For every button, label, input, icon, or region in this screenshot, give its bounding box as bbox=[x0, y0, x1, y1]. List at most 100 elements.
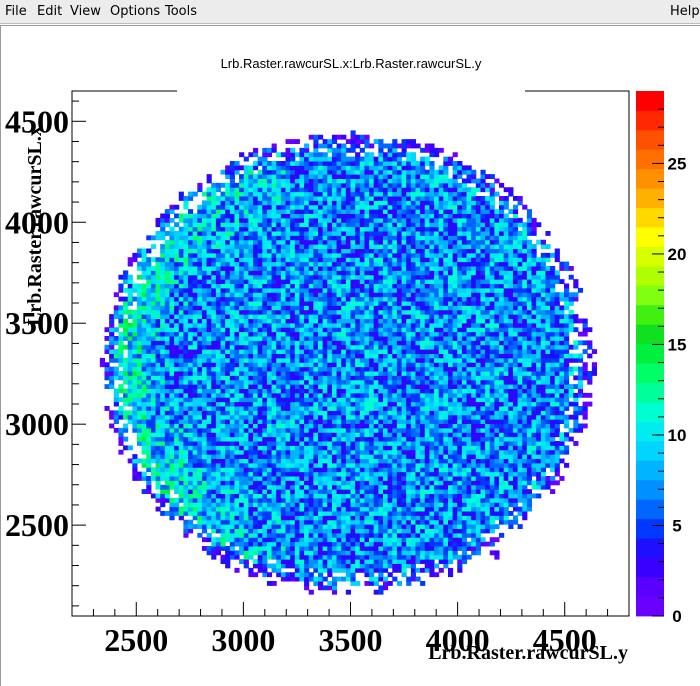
heatmap-bin bbox=[164, 331, 170, 337]
heatmap-bin bbox=[174, 362, 180, 368]
heatmap-bin bbox=[318, 322, 324, 328]
heatmap-bin bbox=[345, 261, 351, 267]
heatmap-bin bbox=[313, 432, 319, 438]
heatmap-bin bbox=[257, 200, 263, 206]
heatmap-bin bbox=[201, 226, 208, 232]
heatmap-bin bbox=[382, 318, 389, 324]
heatmap-bin bbox=[211, 244, 217, 250]
heatmap-bin bbox=[364, 362, 370, 368]
menu-tools[interactable]: Tools bbox=[165, 4, 197, 19]
heatmap-bin bbox=[373, 493, 379, 499]
heatmap-bin bbox=[201, 248, 208, 254]
heatmap-bin bbox=[155, 432, 161, 438]
heatmap-bin bbox=[169, 432, 175, 438]
root-canvas[interactable]: 2500 3000 3500 4000 4500 2500 3000 3500 4000 4500… bbox=[0, 25, 700, 686]
heatmap-bin bbox=[174, 353, 180, 359]
heatmap-bin bbox=[285, 283, 291, 289]
heatmap-bin bbox=[364, 432, 370, 438]
heatmap-bin bbox=[364, 191, 370, 197]
heatmap-bin bbox=[234, 519, 240, 525]
heatmap-bin bbox=[313, 174, 319, 180]
heatmap-bin bbox=[341, 252, 347, 258]
heatmap-bin bbox=[294, 371, 300, 376]
heatmap-bin bbox=[271, 235, 277, 241]
heatmap-bin bbox=[146, 467, 152, 473]
heatmap-bin bbox=[113, 375, 119, 381]
heatmap-bin bbox=[322, 353, 328, 359]
heatmap-bin bbox=[229, 340, 235, 346]
heatmap-bin bbox=[257, 349, 263, 355]
heatmap-bin bbox=[355, 305, 361, 311]
heatmap-bin bbox=[382, 559, 389, 565]
heatmap-bin bbox=[164, 436, 170, 442]
heatmap-bin bbox=[280, 502, 287, 508]
heatmap-bin bbox=[336, 309, 342, 315]
heatmap-bin bbox=[313, 274, 319, 280]
heatmap-bin bbox=[350, 309, 356, 315]
heatmap-bin bbox=[234, 476, 240, 481]
heatmap-bin bbox=[225, 471, 231, 477]
heatmap-bin bbox=[382, 209, 389, 215]
heatmap-bin bbox=[229, 165, 235, 171]
heatmap-bin bbox=[369, 519, 375, 525]
heatmap-bin bbox=[276, 471, 282, 477]
heatmap-bin bbox=[266, 471, 273, 477]
heatmap-bin bbox=[225, 213, 231, 219]
menu-view[interactable]: View bbox=[70, 4, 101, 19]
heatmap-bin bbox=[141, 331, 147, 337]
heatmap-bin bbox=[331, 436, 338, 442]
heatmap-bin bbox=[276, 436, 282, 442]
heatmap-bin bbox=[359, 139, 365, 145]
heatmap-bin bbox=[188, 392, 194, 398]
heatmap-bin bbox=[188, 235, 194, 241]
heatmap-bin bbox=[113, 371, 119, 376]
heatmap-bin bbox=[382, 235, 389, 241]
heatmap-bin bbox=[211, 226, 217, 232]
heatmap-bin bbox=[294, 231, 300, 236]
heatmap-bin bbox=[262, 217, 268, 223]
heatmap-bin bbox=[299, 414, 305, 420]
heatmap-bin bbox=[382, 511, 389, 516]
heatmap-bin bbox=[387, 559, 393, 565]
heatmap-bin bbox=[197, 493, 203, 499]
heatmap-bin bbox=[350, 511, 356, 516]
heatmap-bin bbox=[285, 423, 291, 429]
menu-edit[interactable]: Edit bbox=[37, 4, 62, 19]
heatmap-bin bbox=[229, 174, 235, 180]
heatmap-bin bbox=[341, 344, 347, 350]
menu-options[interactable]: Options bbox=[110, 4, 160, 19]
heatmap-bin bbox=[253, 406, 259, 411]
heatmap-bin bbox=[327, 266, 333, 271]
heatmap-bin bbox=[271, 371, 277, 376]
heatmap-bin bbox=[206, 353, 212, 359]
heatmap-bin bbox=[364, 497, 370, 503]
heatmap-bin bbox=[369, 143, 375, 149]
heatmap-bin bbox=[373, 231, 379, 236]
heatmap-bin bbox=[290, 379, 296, 385]
heatmap-bin bbox=[378, 239, 384, 245]
heatmap-bin bbox=[192, 301, 198, 306]
heatmap-bin bbox=[369, 296, 375, 302]
heatmap-bin bbox=[313, 143, 319, 149]
heatmap-bin bbox=[239, 152, 245, 158]
heatmap-bin bbox=[359, 541, 365, 547]
menu-file[interactable]: File bbox=[5, 4, 27, 19]
histogram-plot[interactable]: 2500 3000 3500 4000 450025003000350040004500… bbox=[1, 26, 700, 686]
heatmap-bin bbox=[215, 226, 222, 232]
heatmap-bin bbox=[257, 454, 263, 460]
heatmap-bin bbox=[141, 287, 147, 293]
heatmap-bin bbox=[206, 432, 212, 438]
heatmap-bin bbox=[243, 209, 249, 215]
heatmap-bin bbox=[262, 489, 268, 495]
heatmap-bin bbox=[345, 156, 351, 162]
heatmap-bin bbox=[308, 489, 314, 495]
heatmap-bin bbox=[197, 476, 203, 481]
heatmap-bin bbox=[197, 432, 203, 438]
heatmap-bin bbox=[327, 392, 333, 398]
heatmap-bin bbox=[225, 327, 231, 333]
heatmap-bin bbox=[257, 406, 263, 411]
heatmap-bin bbox=[164, 406, 170, 411]
heatmap-bin bbox=[294, 511, 300, 516]
menu-help[interactable]: Help bbox=[670, 4, 700, 19]
heatmap-bin bbox=[331, 235, 338, 241]
